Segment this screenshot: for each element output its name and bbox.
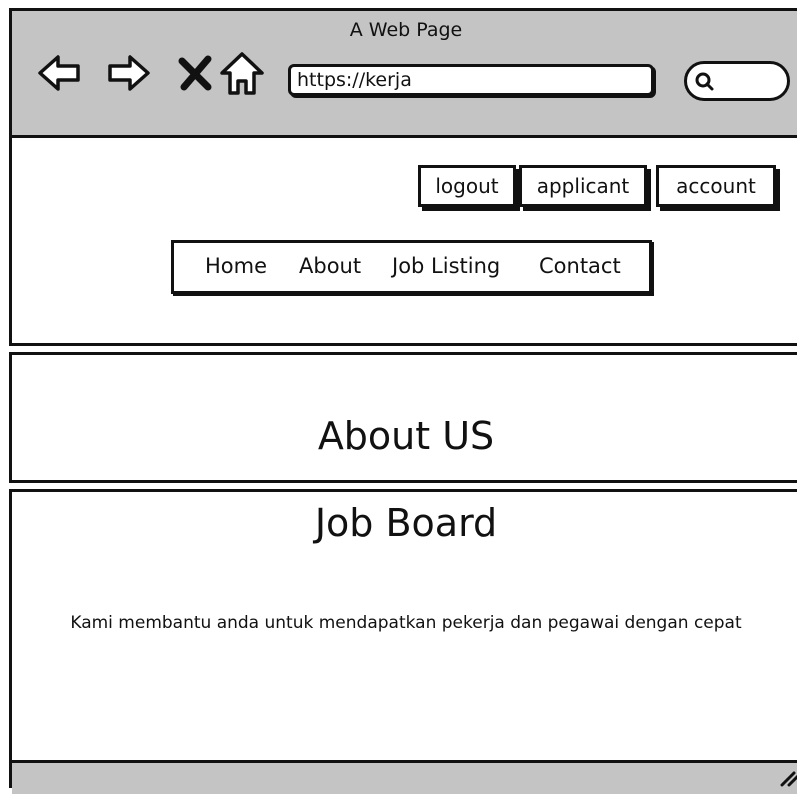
close-x-icon[interactable] [172, 49, 220, 97]
forward-arrow-icon[interactable] [104, 49, 152, 97]
search-icon [695, 72, 714, 91]
applicant-button[interactable]: applicant [519, 165, 647, 207]
section-divider [12, 489, 797, 492]
logout-button[interactable]: logout [418, 165, 516, 207]
nav-about-link[interactable]: About [299, 254, 361, 278]
browser-toolbar: A Web Page https://kerja [12, 11, 797, 138]
job-board-tagline: Kami membantu anda untuk mendapatkan pek… [70, 613, 742, 633]
main-navigation: Home About Job Listing Contact [171, 240, 652, 294]
job-board-heading: Job Board [314, 501, 498, 545]
status-bar [12, 760, 797, 794]
browser-window: A Web Page https://kerja logout applican… [9, 8, 797, 794]
section-divider [12, 352, 797, 355]
window-title: A Web Page [349, 19, 463, 41]
url-field[interactable]: https://kerja [288, 64, 654, 96]
nav-job-listing-link[interactable]: Job Listing [392, 254, 500, 278]
account-button[interactable]: account [656, 165, 776, 207]
home-icon[interactable] [218, 49, 266, 97]
back-arrow-icon[interactable] [36, 49, 84, 97]
about-us-heading: About US [317, 414, 495, 458]
nav-home-link[interactable]: Home [205, 254, 267, 278]
nav-contact-link[interactable]: Contact [539, 254, 621, 278]
resize-grip-icon[interactable] [778, 769, 797, 787]
search-field[interactable] [684, 61, 790, 101]
